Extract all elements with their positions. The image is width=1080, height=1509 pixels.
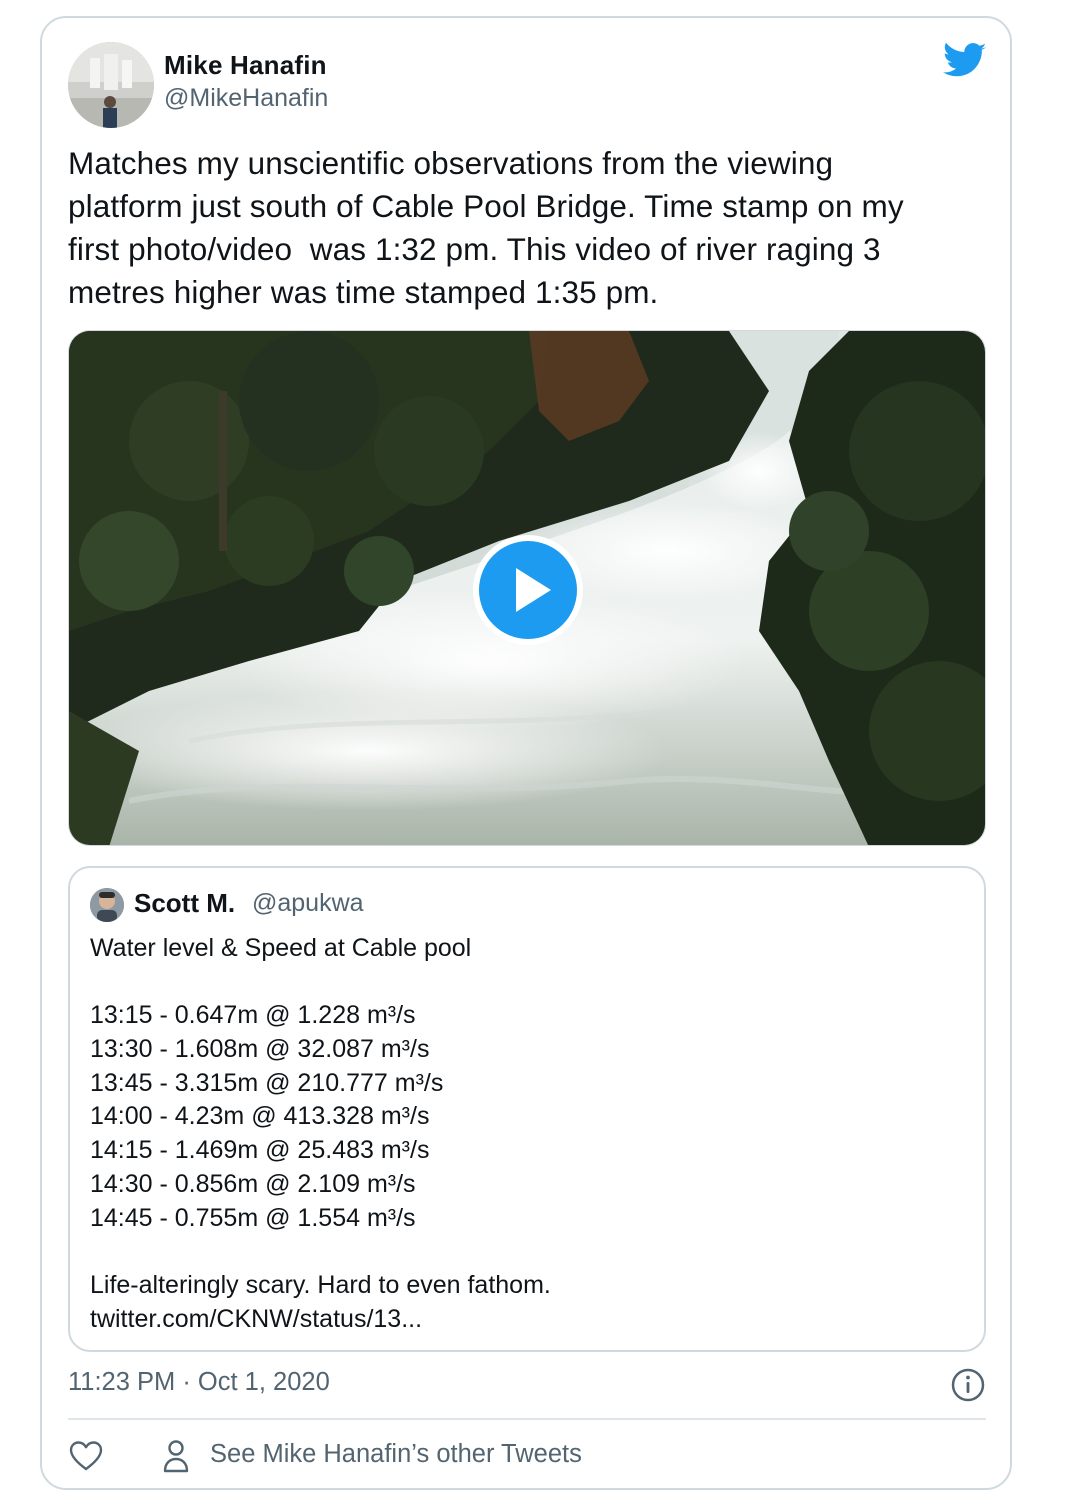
quoted-tweet[interactable]: Scott M. @apukwa Water level & Speed at … [68,866,986,1352]
reading-line: 13:15 - 0.647m @ 1.228 m³/s [90,1001,416,1030]
tweet-text-line: platform just south of Cable Pool Bridge… [68,188,904,224]
twitter-bird-icon[interactable] [943,42,987,80]
tweet-text-line: first photo/video was 1:32 pm. This vide… [68,231,881,267]
tweet-text: Matches my unscientific observations fro… [68,142,988,314]
see-other-tweets-link[interactable]: See Mike Hanafin’s other Tweets [210,1440,582,1469]
reading-line: 14:15 - 1.469m @ 25.483 m³/s [90,1136,430,1165]
tweet-timestamp[interactable]: 11:23 PM · Oct 1, 2020 [68,1368,330,1397]
author-handle[interactable]: @MikeHanafin [164,84,328,113]
quoted-author-name[interactable]: Scott M. [134,888,235,919]
reading-line: 13:45 - 3.315m @ 210.777 m³/s [90,1068,444,1097]
reading-line: 14:00 - 4.23m @ 413.328 m³/s [90,1102,430,1131]
quoted-author-avatar[interactable] [90,888,124,922]
quoted-tweet-text: Water level & Speed at Cable pool 13:15 … [90,932,960,1336]
quoted-link[interactable]: twitter.com/CKNW/status/13... [90,1303,960,1337]
heart-icon[interactable] [69,1440,103,1472]
tweet-text-line: Matches my unscientific observations fro… [68,145,834,181]
author-name[interactable]: Mike Hanafin [164,50,327,81]
author-avatar[interactable] [68,42,154,128]
quoted-closing-line: Life-alteringly scary. Hard to even fath… [90,1270,551,1299]
quoted-title-line: Water level & Speed at Cable pool [90,934,472,962]
play-icon[interactable] [471,533,585,647]
embedded-tweet-card: Mike Hanafin @MikeHanafin Matches my uns… [40,16,1012,1490]
quoted-author-handle[interactable]: @apukwa [252,889,364,918]
info-icon[interactable] [950,1367,986,1403]
reading-line: 13:30 - 1.608m @ 32.087 m³/s [90,1035,430,1064]
divider [68,1418,986,1420]
tweet-text-line: metres higher was time stamped 1:35 pm. [68,274,659,310]
reading-line: 14:45 - 0.755m @ 1.554 m³/s [90,1203,416,1232]
person-icon[interactable] [162,1439,190,1473]
video-thumbnail[interactable] [68,330,986,846]
reading-line: 14:30 - 0.856m @ 2.109 m³/s [90,1169,416,1198]
